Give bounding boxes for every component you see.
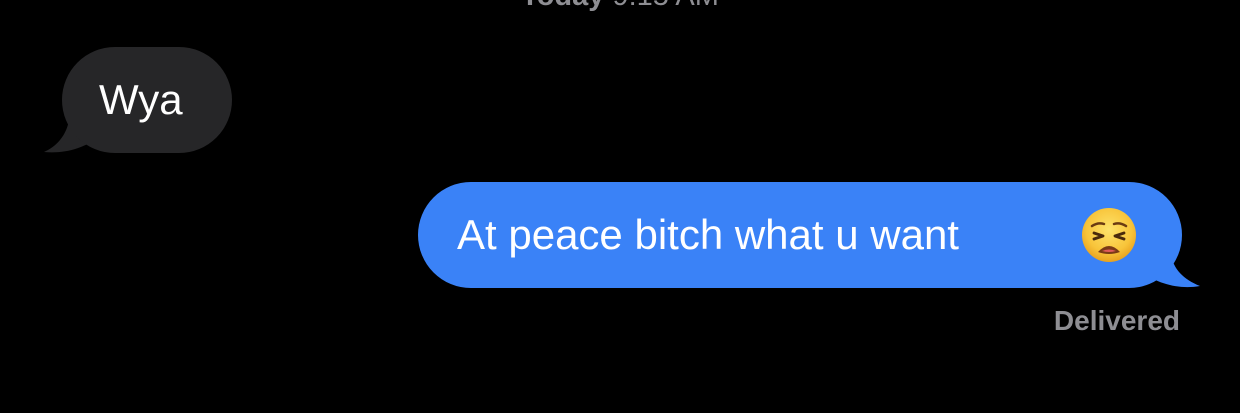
outgoing-message-text: At peace bitch what u want <box>457 211 959 258</box>
message-thread: Today 9:15 AM Wya At peace bitch what u … <box>0 0 1240 413</box>
timestamp-time: 9:15 AM <box>612 0 718 12</box>
delivery-status: Delivered <box>1053 305 1180 336</box>
message-timestamp: Today 9:15 AM <box>0 0 1240 13</box>
timestamp-day: Today <box>521 0 604 12</box>
incoming-message-text: Wya <box>99 76 183 123</box>
outgoing-message-bubble[interactable]: At peace bitch what u want <box>418 182 1182 288</box>
incoming-message-bubble[interactable]: Wya <box>62 47 232 153</box>
weary-face-emoji-icon <box>1082 208 1136 262</box>
